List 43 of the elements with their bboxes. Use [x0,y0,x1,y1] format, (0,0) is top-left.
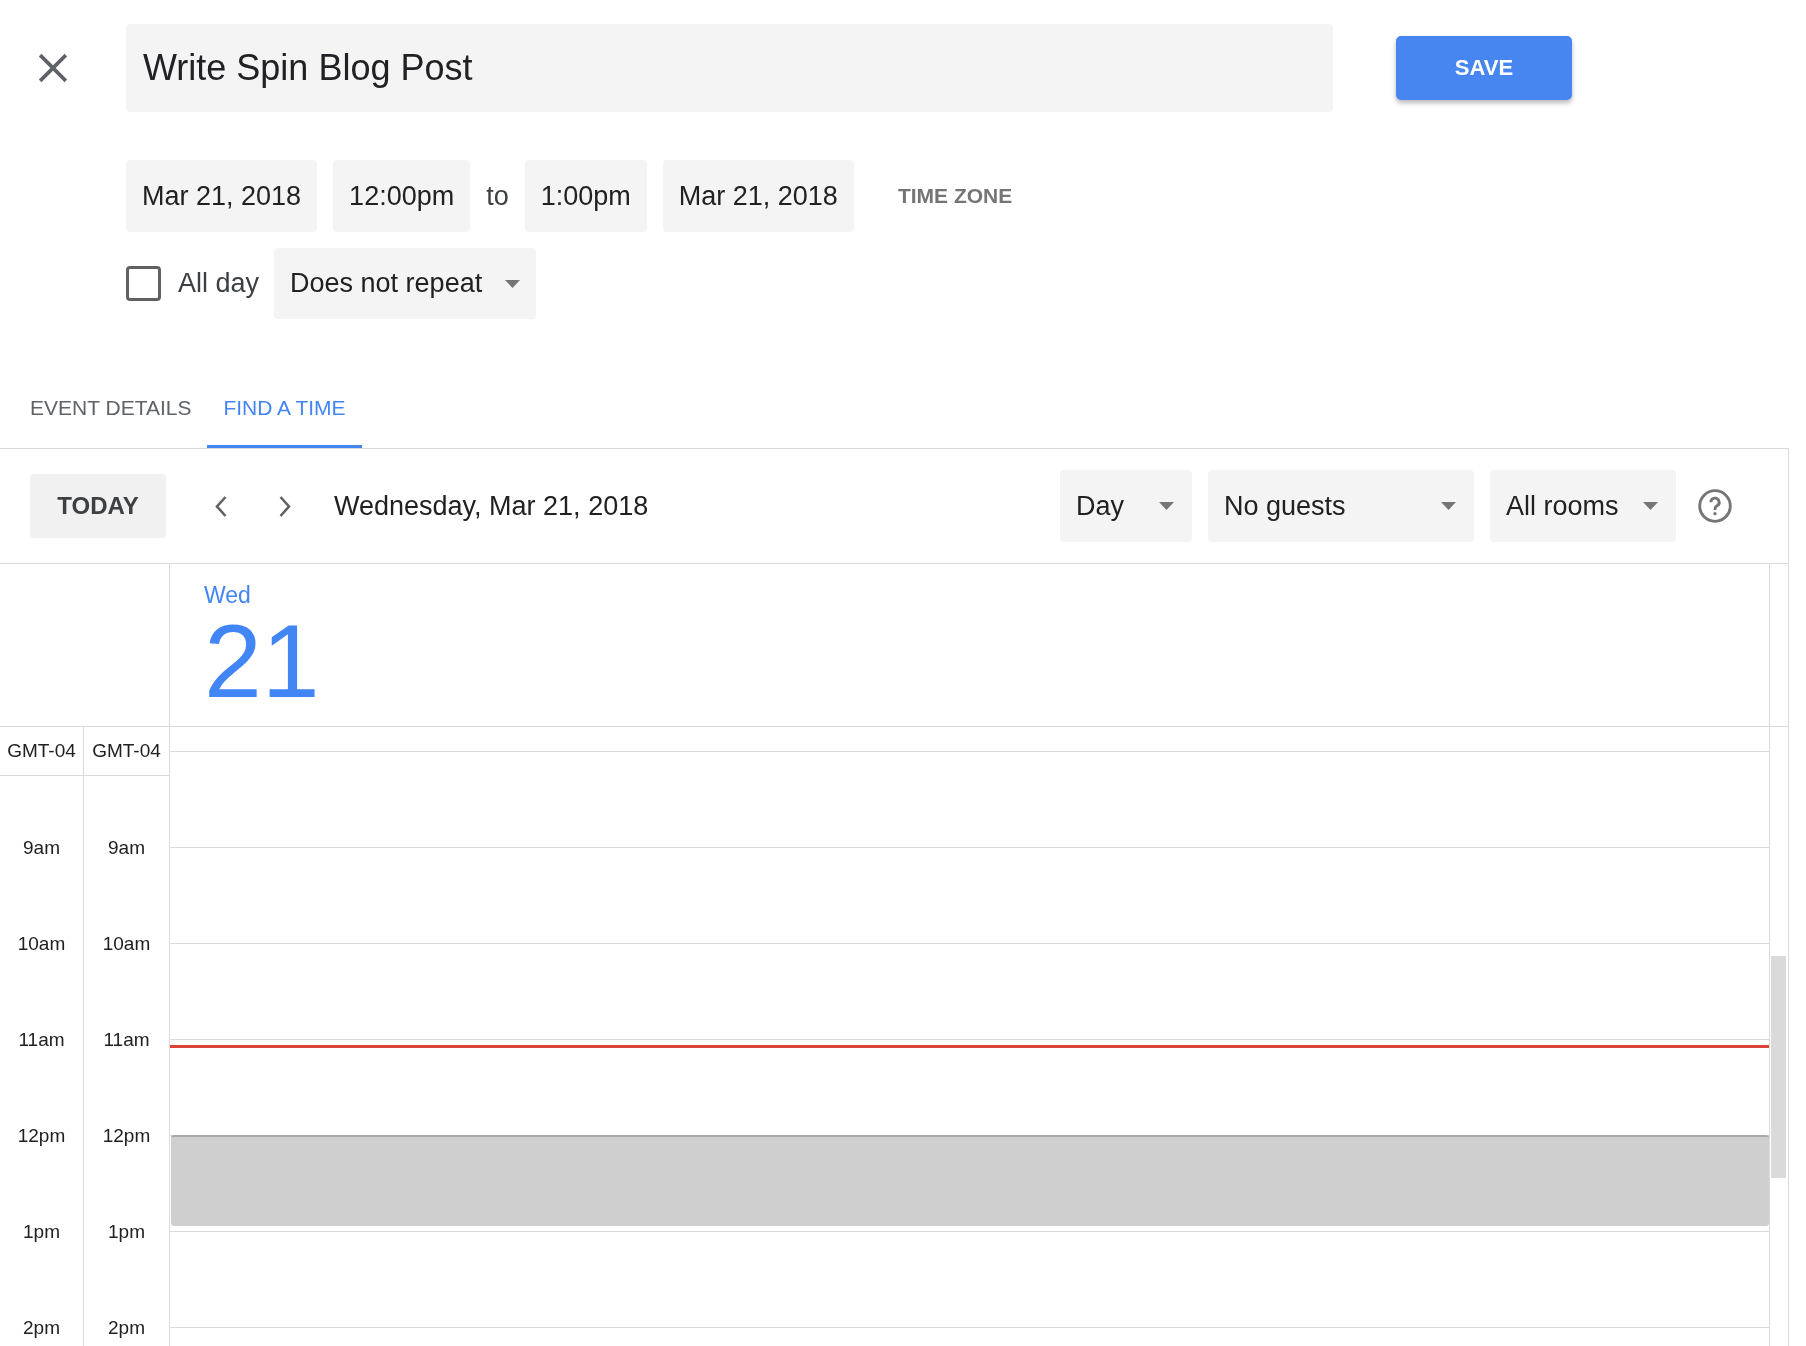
time-field[interactable]: 1:00pm [524,160,647,232]
caret-icon [1159,502,1174,510]
hour-label: 2pm [108,1317,145,1339]
chevron-right-icon[interactable] [278,494,292,518]
tab[interactable]: EVENT DETAILS [14,368,208,448]
hour-label: 11am [103,1029,150,1051]
close-icon[interactable] [38,53,68,83]
hour-label: 10am [102,933,151,955]
time-field[interactable]: 12:00pm [333,160,471,232]
hour-label: 9am [108,837,145,859]
tab[interactable]: FIND A TIME [207,368,362,448]
timezone-label: GMT-04 [92,740,161,762]
hour-label: 11am [18,1029,65,1051]
date-field[interactable]: Mar 21, 2018 [662,160,854,232]
checkbox[interactable] [126,266,161,301]
caret-icon [1643,502,1658,510]
date-heading: Wednesday, Mar 21, 2018 [334,490,649,522]
hour-label: 10am [17,933,66,955]
scrollbar[interactable] [1771,956,1786,1178]
date-field[interactable]: Mar 21, 2018 [126,160,318,232]
day-number: 21 [204,609,320,713]
hour-label: 1pm [108,1221,145,1243]
separator-text: to [486,180,509,212]
repeat-dropdown[interactable]: Does not repeat [274,248,537,319]
weekday-label: Wed [204,581,251,609]
dropdown[interactable]: All rooms [1490,470,1676,542]
help-icon[interactable] [1698,489,1732,523]
all-day-label: All day [178,268,260,299]
title-field[interactable]: Write Spin Blog Post [126,24,1333,112]
hour-label: 2pm [23,1317,60,1339]
hour-label: 9am [23,837,60,859]
save-button[interactable]: SAVE [1396,36,1572,100]
timezone-label: GMT-04 [7,740,76,762]
chevron-left-icon[interactable] [214,494,228,518]
hour-label: 12pm [102,1125,151,1147]
caret-icon [505,279,521,288]
hour-label: 1pm [23,1221,60,1243]
dropdown[interactable]: Day [1060,470,1192,542]
today-button[interactable]: TODAY [30,474,166,538]
hour-label: 12pm [17,1125,66,1147]
caret-icon [1441,502,1456,510]
dropdown[interactable]: No guests [1208,470,1474,542]
time-zone-button[interactable]: TIME ZONE [897,184,1013,208]
